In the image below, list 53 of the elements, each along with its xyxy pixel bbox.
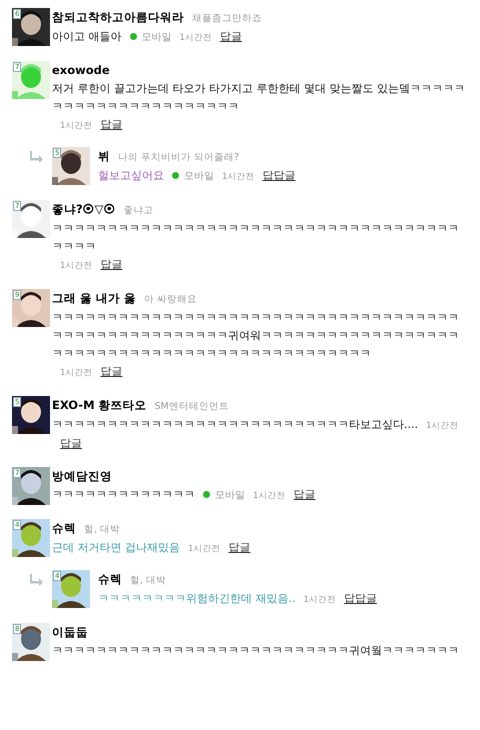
timestamp: 1시간전 bbox=[60, 367, 92, 380]
reply-link[interactable]: 답답글 bbox=[262, 167, 296, 185]
user-name: 이둡둡 bbox=[52, 625, 88, 639]
user-name: 좋냐?⦿▽⦿ bbox=[52, 202, 116, 216]
user-name: 뷔 bbox=[98, 149, 110, 163]
user-name: EXO-M 황쯔타오 bbox=[52, 398, 147, 412]
status-message: 헐, 대박 bbox=[130, 575, 166, 586]
status-message: 좋냐고 bbox=[124, 205, 154, 216]
comment-text: ㅋㅋㅋㅋㅋㅋㅋㅋ위험하긴한데 재밌음.. bbox=[98, 591, 296, 607]
status-message: 아 싸랑해요 bbox=[144, 294, 198, 305]
online-dot bbox=[172, 172, 179, 179]
user-name: 슈렉 bbox=[98, 572, 122, 586]
timestamp: 1시간전 bbox=[304, 594, 336, 607]
status-message: SM엔터테인먼트 bbox=[154, 401, 229, 412]
reply-link[interactable]: 답글 bbox=[100, 363, 122, 381]
user-name: 슈렉 bbox=[52, 521, 76, 535]
reply-arrow-icon bbox=[30, 574, 44, 586]
comment-text: ㅋㅋㅋㅋㅋㅋㅋㅋㅋㅋㅋㅋㅋㅋㅋㅋㅋㅋㅋㅋㅋㅋㅋㅋㅋㅋㅋㅋㅋㅋㅋㅋㅋㅋㅋㅋㅋㅋㅋㅋㅋ bbox=[52, 221, 460, 255]
user-name: exowode bbox=[52, 63, 110, 77]
reply-link[interactable]: 답글 bbox=[100, 116, 122, 134]
reply-link[interactable]: 답글 bbox=[293, 486, 316, 504]
device-label: 모바일 bbox=[215, 490, 245, 501]
device-label: 모바일 bbox=[184, 171, 214, 182]
timestamp: 1시간전 bbox=[426, 420, 458, 433]
reply-link[interactable]: 답답글 bbox=[344, 590, 377, 608]
comment-text: 헐보고싶어요 bbox=[98, 168, 164, 184]
status-message: 채플좀그만하죠 bbox=[192, 13, 262, 24]
timestamp: 1시간전 bbox=[188, 543, 220, 556]
comment-text: ㅋㅋㅋㅋㅋㅋㅋㅋㅋㅋㅋㅋㅋㅋㅋㅋㅋㅋㅋㅋㅋㅋㅋㅋㅋㅋㅋㅋㅋㅋㅋㅋㅋㅋㅋㅋㅋㅋㅋㅋㅋㅋㅋㅋㅋㅋㅋㅋㅋㅋㅋㅋㅋ귀여워ㅋㅋㅋㅋㅋㅋㅋㅋㅋㅋㅋㅋㅋㅋㅋㅋㅋㅋㅋㅋㅋㅋㅋㅋㅋㅋㅋㅋㅋㅋㅋㅋㅋㅋㅋㅋㅋㅋㅋㅋㅋㅋㅋㅋㅋㅋㅋ bbox=[52, 310, 460, 362]
reply-link[interactable]: 답글 bbox=[100, 256, 122, 274]
timestamp: 1시간전 bbox=[180, 32, 212, 45]
timestamp: 1시간전 bbox=[222, 171, 254, 184]
reply-arrow-icon bbox=[30, 151, 44, 163]
reply-link[interactable]: 답글 bbox=[60, 435, 82, 453]
user-name: 참되고착하고아름다워라 bbox=[52, 10, 184, 24]
status-message: 나의 푸치비비가 되어줄래? bbox=[118, 152, 240, 163]
reply-link[interactable]: 답글 bbox=[228, 539, 250, 557]
comment-text: 아이고 애들아 bbox=[52, 29, 122, 45]
comment-text: ㅋㅋㅋㅋㅋㅋㅋㅋㅋㅋㅋㅋㅋㅋㅋㅋㅋㅋㅋㅋㅋㅋㅋㅋㅋㅋㅋ귀여웤ㅋㅋㅋㅋㅋㅋㅋ bbox=[52, 643, 459, 659]
user-name: 그래 욿 내가 욿 bbox=[52, 291, 136, 305]
comment-text: 저거 루한이 끌고가는데 타오가 타가지고 루한한테 몇대 맞는짤도 있는뎈ㅋㅋㅋㅋㅋㅋㅋㅋㅋㅋㅋㅋㅋㅋㅋㅋㅋㅋㅋㅋㅋㅋ bbox=[52, 81, 466, 115]
online-dot bbox=[130, 33, 136, 40]
reply-link[interactable]: 답글 bbox=[220, 28, 242, 46]
comment-text: ㅋㅋㅋㅋㅋㅋㅋㅋㅋㅋㅋㅋㅋㅋㅋㅋㅋㅋㅋㅋㅋㅋㅋㅋㅋㅋㅋ타보고싶다.... bbox=[52, 417, 418, 433]
comment-text: ㅋㅋㅋㅋㅋㅋㅋㅋㅋㅋㅋㅋㅋ bbox=[52, 487, 195, 503]
online-dot bbox=[203, 491, 210, 498]
user-name: 방예담진영 bbox=[52, 469, 112, 483]
timestamp: 1시간전 bbox=[60, 120, 92, 133]
comment-text: 근데 저거타면 겁나재밌음 bbox=[52, 540, 180, 556]
device-label: 모바일 bbox=[142, 32, 172, 43]
timestamp: 1시간전 bbox=[60, 260, 92, 273]
timestamp: 1시간전 bbox=[253, 490, 286, 503]
status-message: 헐, 대박 bbox=[84, 524, 120, 535]
